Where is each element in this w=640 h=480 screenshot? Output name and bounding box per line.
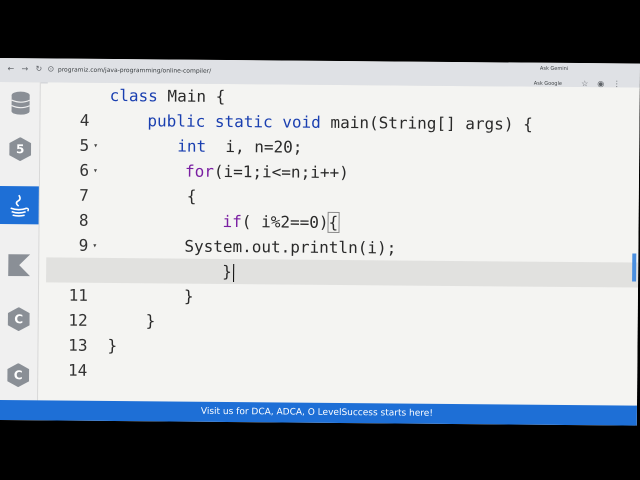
- sidebar-item-cpp[interactable]: C: [1, 356, 35, 394]
- html5-icon: 5: [9, 137, 31, 161]
- code-text: public static void main(String[] args) {: [147, 111, 533, 134]
- forward-icon[interactable]: →: [20, 64, 30, 74]
- c-glyph: C: [14, 312, 24, 327]
- kotlin-icon: [8, 254, 31, 277]
- promo-banner[interactable]: Visit us for DCA, ADCA, O LevelSuccess s…: [0, 399, 637, 426]
- java-icon: [10, 194, 30, 217]
- cpp-glyph: C: [13, 368, 23, 383]
- database-icon: [11, 91, 30, 115]
- code-line[interactable]: 14 }: [45, 332, 637, 380]
- site-info-icon[interactable]: ⊙: [46, 64, 56, 74]
- code-text: class Main {: [109, 85, 226, 106]
- reload-icon[interactable]: ↻: [34, 64, 44, 74]
- code-text: }: [183, 286, 194, 306]
- sidebar-item-kotlin[interactable]: [2, 246, 36, 284]
- sidebar-item-database[interactable]: [3, 84, 37, 122]
- laptop-screen: ← → ↻ ⊙ programiz.com/java-programming/o…: [0, 58, 640, 426]
- code-text: {: [186, 186, 197, 206]
- back-icon[interactable]: ←: [6, 64, 16, 74]
- code-text: System.out.println(i);: [184, 236, 397, 258]
- sidebar-item-java[interactable]: [0, 185, 39, 225]
- editor-scrollbar-thumb[interactable]: [632, 253, 637, 282]
- line-number: 14: [67, 360, 88, 380]
- code-text: }: [145, 311, 156, 331]
- ask-gemini-button[interactable]: Ask Gemini: [540, 66, 568, 72]
- html5-glyph: 5: [15, 142, 25, 157]
- c-icon: C: [8, 307, 30, 331]
- code-editor[interactable]: 4 ▾ class Main { 5 ▾ public static void …: [45, 82, 640, 406]
- text-cursor: [232, 263, 234, 282]
- code-text: for(i=1;i<=n;i++): [184, 161, 349, 183]
- code-text: }: [222, 259, 234, 284]
- code-text: }: [107, 335, 118, 356]
- language-sidebar: 5 C C: [0, 81, 41, 401]
- address-bar[interactable]: programiz.com/java-programming/online-co…: [58, 67, 211, 75]
- sidebar-item-c[interactable]: C: [2, 300, 36, 338]
- sidebar-item-html[interactable]: 5: [3, 130, 37, 168]
- closing-brace: }: [222, 261, 232, 282]
- code-text: int i, n=20;: [177, 136, 303, 157]
- code-text: if( i%2==0){: [222, 211, 340, 233]
- cpp-icon: C: [7, 363, 29, 387]
